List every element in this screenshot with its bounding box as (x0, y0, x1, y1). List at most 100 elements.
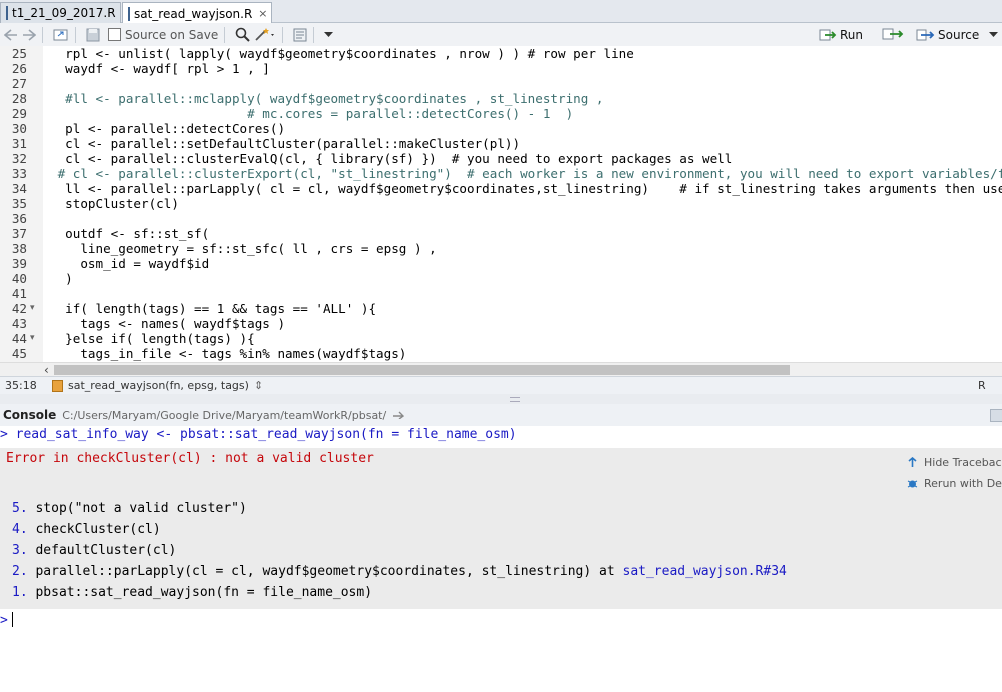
line-number: 35 (11, 196, 27, 211)
toolbar-divider (313, 26, 315, 43)
rerun-with-debug-label: Rerun with Debug (924, 477, 1002, 490)
maximize-pane-icon[interactable] (990, 409, 1002, 422)
code-tools-wand-icon[interactable] (254, 25, 276, 44)
editor-tab-bar: t1_21_09_2017.R × sat_read_wayjson.R × (0, 0, 1002, 24)
source-on-save-toggle[interactable]: Source on Save (108, 25, 218, 44)
rerun-icon[interactable] (882, 27, 904, 44)
line-number: 37 (11, 226, 27, 241)
toolbar-divider (282, 26, 284, 43)
source-on-save-checkbox[interactable] (108, 28, 121, 41)
show-in-window-icon[interactable] (53, 25, 69, 44)
close-icon[interactable]: × (258, 7, 267, 20)
code-text: # cl <- parallel::clusterExport(cl, "st_… (50, 166, 1002, 181)
function-navigator[interactable]: sat_read_wayjson(fn, epsg, tags) ⇕ (52, 379, 263, 392)
function-name: sat_read_wayjson(fn, epsg, tags) (68, 379, 249, 392)
traceback-call: pbsat::sat_read_wayjson(fn = file_name_o… (35, 585, 373, 600)
chevron-down-icon[interactable] (989, 31, 999, 38)
compile-report-icon[interactable] (293, 25, 307, 44)
code-text: }else if( length(tags) ){ (50, 331, 255, 346)
chevron-down-icon[interactable] (324, 25, 334, 44)
line-number: 34 (11, 181, 27, 196)
traceback-index: 5. (12, 501, 28, 516)
code-text: ll <- parallel::parLapply( cl = cl, wayd… (65, 181, 1002, 196)
r-file-icon (6, 6, 8, 20)
bug-icon (907, 480, 918, 488)
scroll-left-arrow-icon[interactable]: ‹ (44, 363, 49, 377)
fold-toggle-icon[interactable]: ▾ (30, 331, 35, 346)
traceback-index: 2. (12, 564, 28, 579)
traceback-index: 4. (12, 522, 28, 537)
code-text: waydf <- waydf[ rpl > 1 , ] (50, 61, 270, 76)
go-to-directory-icon[interactable] (392, 408, 406, 422)
tab-label: t1_21_09_2017.R (12, 6, 116, 20)
traceback-call: parallel::parLapply(cl = cl, waydf$geome… (35, 564, 615, 579)
scrollbar-thumb[interactable] (54, 365, 790, 375)
console-command-line: > read_sat_info_way <- pbsat::sat_read_w… (0, 426, 517, 443)
code-text: rpl <- unlist( lapply( waydf$geometry$co… (50, 46, 634, 61)
error-block: Error in checkCluster(cl) : not a valid … (0, 448, 1002, 609)
line-number: 30 (11, 121, 27, 136)
updown-icon: ⇕ (253, 379, 264, 392)
hide-traceback-button[interactable]: Hide Traceback (907, 456, 1002, 469)
save-icon[interactable] (86, 25, 100, 44)
traceback-item: 1. pbsat::sat_read_wayjson(fn = file_nam… (12, 584, 372, 601)
working-directory: C:/Users/Maryam/Google Drive/Maryam/team… (62, 408, 387, 422)
line-number: 36 (11, 211, 27, 226)
line-number: 42 (11, 301, 27, 316)
error-message: Error in checkCluster(cl) : not a valid … (6, 451, 374, 466)
splitter-grip-icon (510, 397, 520, 402)
line-number: 32 (11, 151, 27, 166)
code-text: line_geometry = sf::st_sfc( ll , crs = e… (50, 241, 437, 256)
line-number: 26 (11, 61, 27, 76)
code-text: #ll <- parallel::mclapply( waydf$geometr… (50, 91, 604, 106)
traceback-index: 3. (12, 543, 28, 558)
function-icon (52, 379, 63, 392)
arrow-up-icon (908, 457, 917, 467)
line-number: 31 (11, 136, 27, 151)
toolbar-divider (75, 26, 76, 43)
source-link[interactable]: sat_read_wayjson.R#34 (623, 564, 787, 579)
pane-splitter[interactable] (0, 394, 1002, 404)
traceback-item: 4. checkCluster(cl) (12, 521, 161, 538)
editor-horizontal-scrollbar[interactable]: ‹ (0, 362, 1002, 377)
traceback-call: defaultCluster(cl) (35, 543, 177, 558)
toolbar-divider (42, 26, 43, 43)
line-number: 45 (11, 346, 27, 361)
rerun-with-debug-button[interactable]: Rerun with Debug (907, 477, 1002, 490)
console-command: read_sat_info_way <- pbsat::sat_read_way… (15, 427, 517, 442)
line-number: 38 (11, 241, 27, 256)
traceback-call: checkCluster(cl) (35, 522, 161, 537)
console-output[interactable]: > read_sat_info_way <- pbsat::sat_read_w… (0, 426, 1002, 692)
fold-toggle-icon[interactable]: ▾ (30, 301, 35, 316)
console-header: Console C:/Users/Maryam/Google Drive/Mar… (0, 404, 1002, 427)
console-input-line[interactable]: > (0, 612, 8, 629)
back-arrow-icon[interactable] (4, 25, 18, 44)
code-text: outdf <- sf::st_sf( (50, 226, 210, 241)
line-number: 25 (11, 46, 27, 61)
code-text: if( length(tags) == 1 && tags == 'ALL' )… (50, 301, 377, 316)
editor-status-bar: 35:18 sat_read_wayjson(fn, epsg, tags) ⇕… (0, 376, 1002, 405)
run-button[interactable]: Run (819, 25, 863, 44)
run-arrow-icon (819, 29, 837, 40)
traceback-index: 1. (12, 585, 28, 600)
code-editor[interactable]: 25 rpl <- unlist( lapply( waydf$geometry… (0, 46, 1002, 376)
code-text: pl <- parallel::detectCores() (50, 121, 286, 136)
r-file-icon (128, 6, 130, 21)
source-arrow-icon (916, 29, 935, 40)
traceback-item: 2. parallel::parLapply(cl = cl, waydf$ge… (12, 563, 787, 580)
tab-sat-read-wayjson[interactable]: sat_read_wayjson.R × (122, 2, 272, 24)
line-number: 43 (11, 316, 27, 331)
tab-t1-file[interactable]: t1_21_09_2017.R × (0, 2, 121, 23)
source-button[interactable]: Source (915, 25, 999, 44)
line-number: 28 (11, 91, 27, 106)
traceback-item: 5. stop("not a valid cluster") (12, 500, 247, 517)
cursor-position: 35:18 (5, 379, 37, 392)
toolbar-divider (224, 26, 226, 43)
traceback-call: stop("not a valid cluster") (35, 501, 247, 516)
source-on-save-label: Source on Save (125, 27, 219, 42)
console-title[interactable]: Console (3, 408, 56, 422)
forward-arrow-icon[interactable] (22, 25, 36, 44)
run-label: Run (840, 27, 864, 42)
search-icon[interactable] (235, 25, 250, 44)
line-number: 41 (11, 286, 27, 301)
